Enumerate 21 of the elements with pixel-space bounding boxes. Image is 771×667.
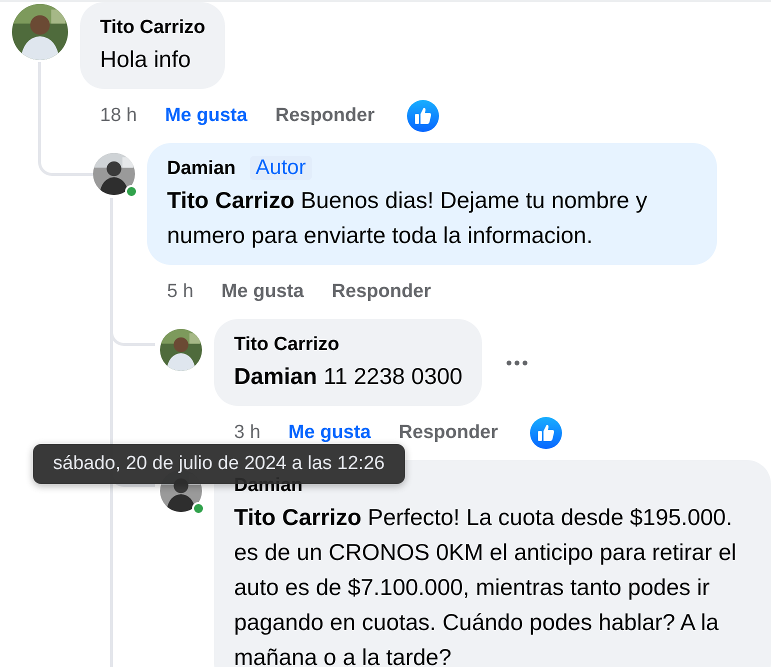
timestamp[interactable]: 18 h bbox=[100, 105, 137, 127]
online-dot bbox=[125, 185, 138, 198]
date-tooltip: sábado, 20 de julio de 2024 a las 12:26 bbox=[33, 444, 405, 484]
timestamp[interactable]: 3 h bbox=[234, 422, 260, 444]
like-link[interactable]: Me gusta bbox=[288, 422, 371, 444]
online-dot bbox=[192, 502, 205, 515]
author-name[interactable]: Damian bbox=[167, 155, 236, 183]
comment-text: Damian 11 2238 0300 bbox=[234, 362, 462, 391]
comment-text: Hola info bbox=[100, 45, 192, 74]
like-link[interactable]: Me gusta bbox=[164, 105, 248, 127]
timestamp[interactable]: 5 h bbox=[167, 281, 194, 303]
author-name[interactable]: Tito Carrizo bbox=[100, 14, 206, 42]
reply-link[interactable]: Responder bbox=[332, 281, 432, 303]
reply-link[interactable]: Responder bbox=[398, 422, 498, 444]
more-icon[interactable] bbox=[506, 360, 528, 366]
author-badge: Autor bbox=[250, 156, 312, 180]
reply-link[interactable]: Responder bbox=[275, 105, 375, 127]
like-link[interactable]: Me gusta bbox=[221, 281, 304, 303]
comment-text: Tito Carrizo Buenos dias! Dejame tu nombre y numero para enviarte toda la informacion. bbox=[167, 186, 648, 250]
comment-text: Tito Carrizo Perfecto! La cuota desde $195.000. es de un CRONOS 0KM el anticipo para retirar el auto es de $7.100.000, mientras tanto podes ir pagando en cuotas. Cuándo podes hablar? A la mañana o a la tarde? bbox=[234, 503, 738, 667]
author-name[interactable]: Tito Carrizo bbox=[234, 331, 340, 359]
